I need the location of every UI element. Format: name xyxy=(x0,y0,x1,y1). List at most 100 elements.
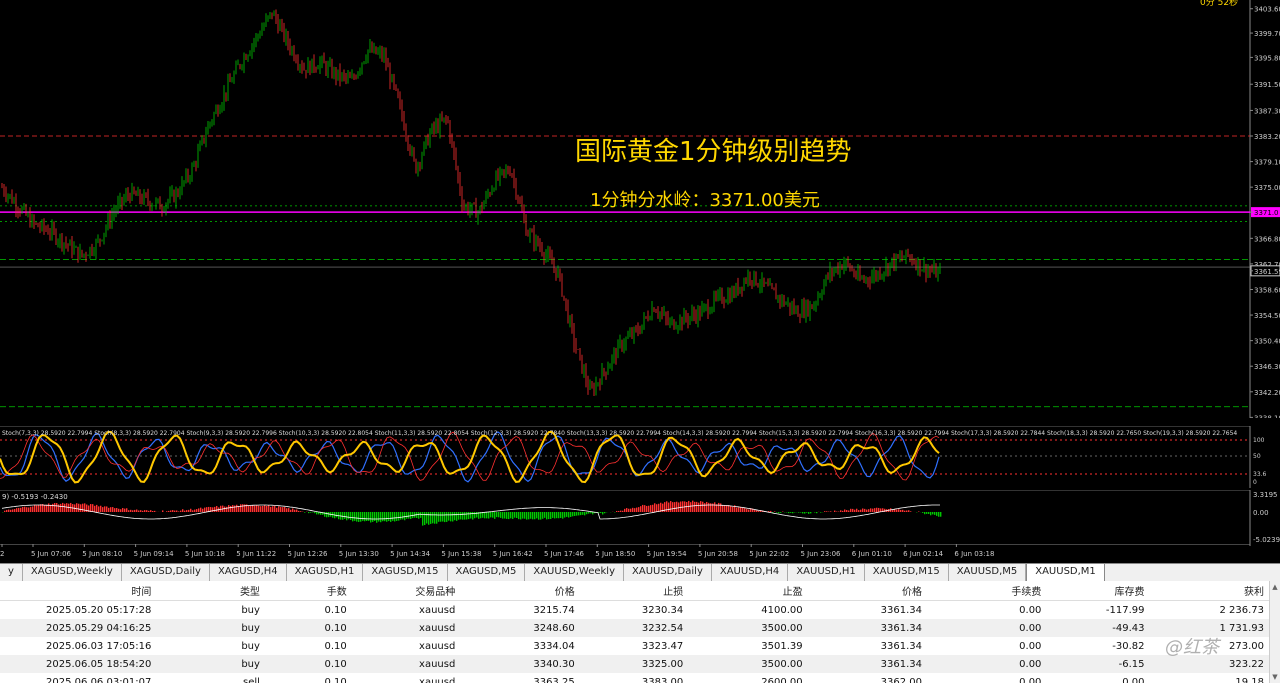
macd-bar xyxy=(382,512,384,522)
macd-panel[interactable]: 9) -0.5193 -0.2430 3.3195 0.00 -5.0239 xyxy=(0,490,1280,546)
macd-bar xyxy=(732,506,734,512)
column-header[interactable]: 获利 xyxy=(1150,581,1270,601)
macd-bar xyxy=(652,504,654,512)
column-header[interactable]: 类型 xyxy=(157,581,266,601)
time-tick-label: 5 Jun 13:30 xyxy=(339,550,379,558)
tab-xauusd-m5[interactable]: XAUUSD,M5 xyxy=(949,564,1027,581)
scroll-up-icon[interactable]: ▲ xyxy=(1270,581,1280,593)
column-header[interactable]: 止损 xyxy=(580,581,690,601)
macd-bar xyxy=(366,512,368,521)
macd-bar xyxy=(706,501,708,512)
macd-bar xyxy=(676,501,678,512)
macd-bar xyxy=(124,508,126,512)
tab-xagusd-h4[interactable]: XAGUSD,H4 xyxy=(210,564,287,581)
main-price-chart[interactable]: 3403.60 3399.70 3395.80 3391.50 3387.30 3383.… xyxy=(0,0,1280,418)
macd-bar xyxy=(298,510,300,512)
table-cell: 0.10 xyxy=(324,676,347,683)
column-header[interactable]: 价格 xyxy=(808,581,929,601)
stoch-tick-label: 33.6 xyxy=(1253,471,1267,478)
macd-bar xyxy=(76,503,78,512)
macd-bar xyxy=(804,512,806,514)
macd-bar xyxy=(926,512,928,514)
tab-xauusd-daily[interactable]: XAUUSD,Daily xyxy=(624,564,712,581)
macd-bar xyxy=(470,512,472,519)
table-scrollbar[interactable]: ▲ ▼ xyxy=(1269,581,1280,683)
column-header[interactable]: 手数 xyxy=(265,581,353,601)
tab-xagusd-m5[interactable]: XAGUSD,M5 xyxy=(448,564,526,581)
tab-xauusd-weekly[interactable]: XAUUSD,Weekly xyxy=(525,564,624,581)
macd-bar xyxy=(372,512,374,522)
table-cell: 2025.05.20 05:17:28 xyxy=(46,604,152,616)
macd-bar xyxy=(650,505,652,512)
table-row[interactable]: 2025.06.06 03:01:07 sell 0.10 xauusd 3363.25… xyxy=(0,673,1270,683)
macd-bar xyxy=(754,509,756,512)
macd-bar xyxy=(646,505,648,512)
macd-bar xyxy=(666,501,668,512)
table-row[interactable]: 2025.05.20 05:17:28 buy 0.10 xauusd 3215.74 3… xyxy=(0,601,1270,620)
table-cell: 0.00 xyxy=(1122,676,1145,683)
stochastic-panel[interactable]: Stoch(7,3,3) 28.5920 22.7994 Stoch(8,3,3… xyxy=(0,426,1280,488)
macd-bar xyxy=(918,511,920,512)
macd-bar xyxy=(538,512,540,520)
tab-y[interactable]: y xyxy=(0,564,23,581)
column-header[interactable]: 价格 xyxy=(461,581,581,601)
macd-bar xyxy=(30,506,32,512)
tab-xagusd-m15[interactable]: XAGUSD,M15 xyxy=(363,564,448,581)
macd-bar xyxy=(806,512,808,513)
macd-bar xyxy=(270,506,272,512)
table-row[interactable]: 2025.06.05 18:54:20 buy 0.10 xauusd 3340.30 3… xyxy=(0,655,1270,673)
tab-xauusd-m15[interactable]: XAUUSD,M15 xyxy=(865,564,949,581)
tab-xauusd-h1[interactable]: XAUUSD,H1 xyxy=(788,564,865,581)
macd-bar xyxy=(388,512,390,522)
macd-bar xyxy=(150,510,152,512)
table-cell: 3501.39 xyxy=(761,640,803,652)
macd-bar xyxy=(842,510,844,512)
macd-bar xyxy=(380,512,382,523)
macd-bar xyxy=(680,501,682,512)
time-axis: 2 5 Jun 07:06 5 Jun 08:10 5 Jun 09:14 5 Jun … xyxy=(0,544,1250,558)
macd-bar xyxy=(468,512,470,520)
macd-bar xyxy=(900,509,902,512)
positions-table: 时间 类型 手数 交易品种 价格 止损 止盈 价格 手续费 库存费 获利 2025.05.20 05… xyxy=(0,581,1280,683)
macd-bar xyxy=(204,507,206,512)
macd-bar xyxy=(390,512,392,522)
macd-bar xyxy=(22,506,24,512)
scroll-down-icon[interactable]: ▼ xyxy=(1270,671,1280,683)
table-cell: 3248.60 xyxy=(461,619,581,637)
table-cell: xauusd xyxy=(419,676,456,683)
macd-bar xyxy=(26,507,28,512)
table-row[interactable]: 2025.06.03 17:05:16 buy 0.10 xauusd 3334.04 3… xyxy=(0,637,1270,655)
table-cell: 3232.54 xyxy=(580,619,690,637)
macd-bar xyxy=(352,512,354,522)
tab-xauusd-h4[interactable]: XAUUSD,H4 xyxy=(712,564,789,581)
macd-bar xyxy=(226,506,228,512)
macd-bar xyxy=(202,508,204,512)
macd-bar xyxy=(526,512,528,520)
macd-bar xyxy=(574,512,576,516)
macd-bar xyxy=(192,510,194,512)
tab-xagusd-daily[interactable]: XAGUSD,Daily xyxy=(122,564,210,581)
tab-xagusd-weekly[interactable]: XAGUSD,Weekly xyxy=(23,564,122,581)
table-cell: 3323.47 xyxy=(641,640,684,652)
column-header[interactable]: 交易品种 xyxy=(352,581,462,601)
table-row[interactable]: 2025.05.29 04:16:25 buy 0.10 xauusd 3248.60 3… xyxy=(0,619,1270,637)
macd-bar xyxy=(162,510,164,512)
column-header[interactable]: 止盈 xyxy=(689,581,809,601)
column-header[interactable]: 时间 xyxy=(0,581,158,601)
tab-xauusd-m1[interactable]: XAUUSD,M1 xyxy=(1026,564,1105,581)
time-tick-label: 5 Jun 19:54 xyxy=(647,550,688,558)
price-tick-label: 3383.20 xyxy=(1254,133,1280,141)
column-header[interactable]: 手续费 xyxy=(928,581,1048,601)
macd-bar xyxy=(600,512,602,514)
macd-bar xyxy=(28,507,30,512)
macd-bar xyxy=(50,504,52,512)
time-tick-label: 5 Jun 07:06 xyxy=(31,550,72,558)
time-tick-label: 5 Jun 15:38 xyxy=(441,550,481,558)
table-cell: 0.00 xyxy=(928,619,1048,637)
column-header[interactable]: 库存费 xyxy=(1047,581,1151,601)
tab-xagusd-h1[interactable]: XAGUSD,H1 xyxy=(287,564,364,581)
table-cell: 3500.00 xyxy=(689,655,809,673)
macd-bar xyxy=(908,510,910,512)
macd-bar xyxy=(898,509,900,512)
macd-bar xyxy=(550,512,552,519)
